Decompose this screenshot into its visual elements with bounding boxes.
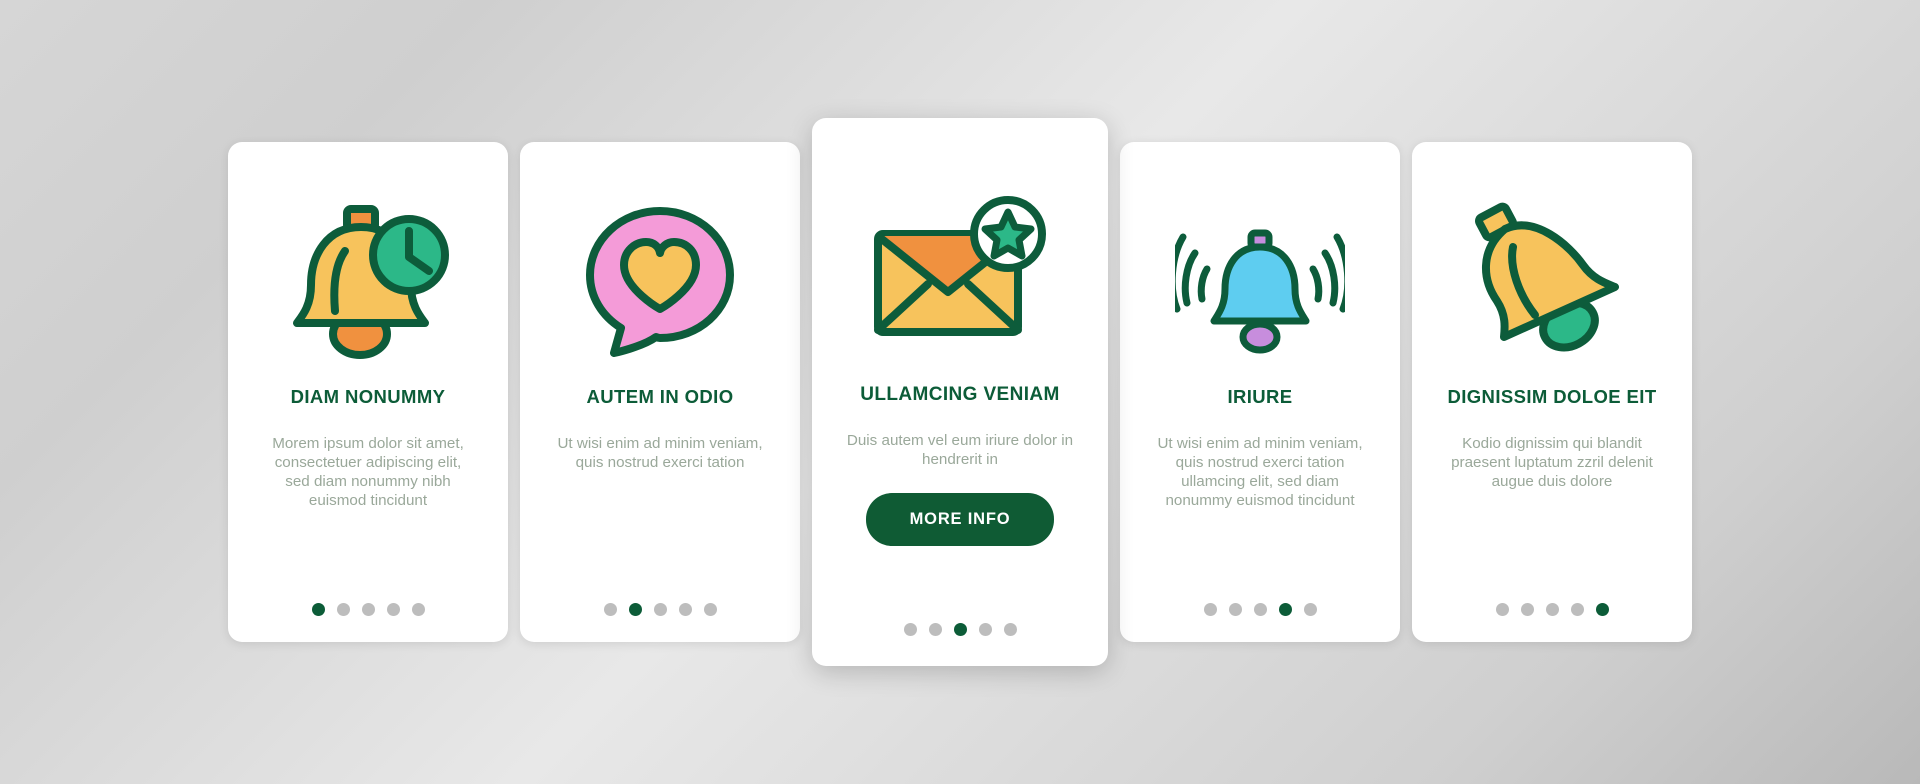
pagination-dot[interactable] — [1595, 603, 1609, 616]
card-body: Ut wisi enim ad minim veniam, quis nostr… — [1157, 435, 1363, 510]
pagination-dot[interactable] — [1570, 603, 1584, 616]
pagination-dot[interactable] — [411, 603, 425, 616]
pagination-dots[interactable] — [311, 603, 425, 616]
tilted-bell-icon — [1430, 176, 1674, 386]
card-body: Morem ipsum dolor sit amet, consectetuer… — [272, 435, 464, 510]
pagination-dot[interactable] — [653, 603, 667, 616]
pagination-dots[interactable] — [1495, 603, 1609, 616]
bell-clock-icon — [246, 176, 490, 386]
heart-chat-bubble-icon — [538, 176, 782, 386]
pagination-dot[interactable] — [703, 603, 717, 616]
pagination-dot[interactable] — [978, 623, 992, 636]
pagination-dots[interactable] — [1203, 603, 1317, 616]
card-body: Ut wisi enim ad minim veniam, quis nostr… — [557, 435, 763, 472]
pagination-dot[interactable] — [1278, 603, 1292, 616]
card-title: DIGNISSIM DOLOE EIT — [1447, 386, 1657, 407]
ringing-bell-icon — [1138, 176, 1382, 386]
pagination-dot[interactable] — [311, 603, 325, 616]
pagination-dot[interactable] — [1545, 603, 1559, 616]
card-title: DIAM NONUMMY — [290, 386, 446, 407]
pagination-dots[interactable] — [903, 623, 1017, 636]
pagination-dot[interactable] — [603, 603, 617, 616]
pagination-dot[interactable] — [1303, 603, 1317, 616]
pagination-dot[interactable] — [386, 603, 400, 616]
pagination-dots[interactable] — [603, 603, 717, 616]
pagination-dot[interactable] — [928, 623, 942, 636]
pagination-dot[interactable] — [1495, 603, 1509, 616]
pagination-dot[interactable] — [903, 623, 917, 636]
onboarding-card-diam-nonummy[interactable]: DIAM NONUMMY Morem ipsum dolor sit amet,… — [228, 142, 508, 642]
pagination-dot[interactable] — [628, 603, 642, 616]
pagination-dot[interactable] — [1203, 603, 1217, 616]
onboarding-card-ullamcing-veniam[interactable]: ULLAMCING VENIAM Duis autem vel eum iriu… — [812, 118, 1108, 666]
card-title: ULLAMCING VENIAM — [860, 384, 1060, 405]
more-info-button[interactable]: MORE INFO — [865, 492, 1055, 546]
card-body: Kodio dignissim qui blandit praesent lup… — [1451, 435, 1653, 491]
pagination-dot[interactable] — [361, 603, 375, 616]
card-title: AUTEM IN ODIO — [586, 386, 734, 407]
pagination-dot[interactable] — [1003, 623, 1017, 636]
pagination-dot[interactable] — [1253, 603, 1267, 616]
onboarding-card-dignissim-doloe-eit[interactable]: DIGNISSIM DOLOE EIT Kodio dignissim qui … — [1412, 142, 1692, 642]
pagination-dot[interactable] — [1520, 603, 1534, 616]
onboarding-card-iriure[interactable]: IRIURE Ut wisi enim ad minim veniam, qui… — [1120, 142, 1400, 642]
card-title: IRIURE — [1227, 386, 1293, 407]
onboarding-card-row: DIAM NONUMMY Morem ipsum dolor sit amet,… — [0, 0, 1920, 784]
pagination-dot[interactable] — [336, 603, 350, 616]
card-body: Duis autem vel eum iriure dolor in hendr… — [846, 431, 1074, 468]
pagination-dot[interactable] — [1228, 603, 1242, 616]
envelope-star-icon — [830, 158, 1090, 384]
onboarding-card-autem-in-odio[interactable]: AUTEM IN ODIO Ut wisi enim ad minim veni… — [520, 142, 800, 642]
pagination-dot[interactable] — [678, 603, 692, 616]
pagination-dot[interactable] — [953, 623, 967, 636]
